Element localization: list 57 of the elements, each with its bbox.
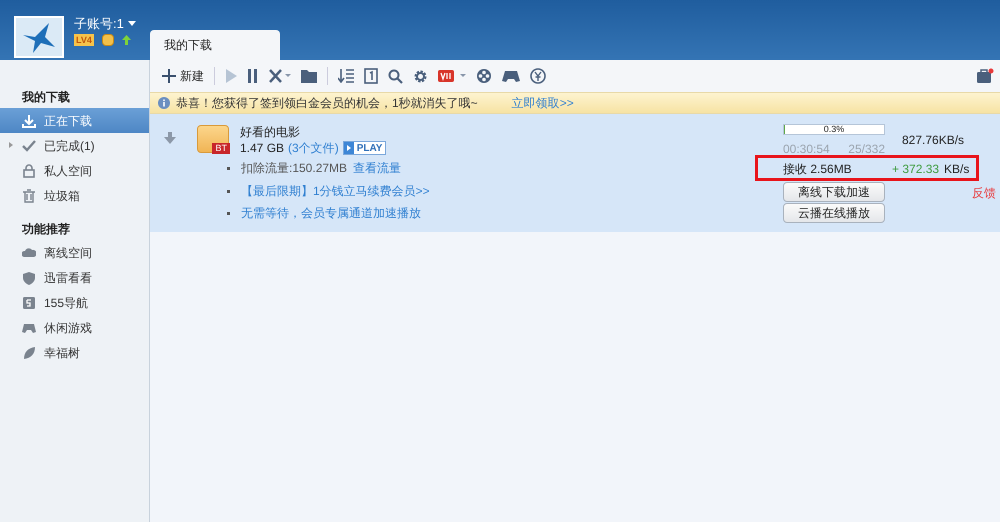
film-reel-icon[interactable] bbox=[476, 68, 492, 84]
number-badge-icon bbox=[22, 296, 36, 310]
plus-icon bbox=[162, 69, 176, 83]
section-title: 我的下载 bbox=[20, 89, 71, 106]
download-arrow-icon bbox=[164, 132, 176, 144]
account-name[interactable]: 子账号:1 bbox=[74, 14, 124, 34]
notice-text: 恭喜！您获得了签到领白金会员的机会，1秒就消失了哦~ bbox=[176, 95, 478, 112]
vip-icon[interactable] bbox=[438, 69, 466, 83]
sidebar-item[interactable]: 155导航 bbox=[0, 290, 149, 315]
sidebar-item[interactable]: 离线空间 bbox=[0, 240, 149, 265]
lock-icon bbox=[22, 164, 36, 178]
file-size: 1.47 GB bbox=[240, 140, 284, 157]
download-speed: 827.76KB/s bbox=[902, 132, 964, 149]
page-icon[interactable] bbox=[364, 68, 378, 84]
trash-icon bbox=[22, 188, 36, 202]
sidebar-item[interactable]: 迅雷看看 bbox=[0, 265, 149, 290]
new-button[interactable]: 新建 bbox=[162, 67, 204, 85]
bt-folder-icon: BT bbox=[197, 125, 229, 153]
piece-count: 25/332 bbox=[848, 141, 885, 158]
coin-icon[interactable] bbox=[530, 68, 546, 84]
level-badge: LV4 bbox=[74, 34, 94, 46]
sidebar-item[interactable]: 幸福树 bbox=[0, 340, 149, 365]
up-arrow-icon bbox=[122, 35, 131, 45]
settings-icon[interactable] bbox=[413, 68, 428, 84]
received-size: 接收 2.56MB bbox=[783, 161, 852, 178]
gamepad-icon[interactable] bbox=[502, 69, 520, 83]
sidebar-item[interactable]: 已完成(1) bbox=[0, 133, 149, 158]
toolbox-icon[interactable] bbox=[976, 68, 994, 84]
download-icon bbox=[22, 114, 36, 128]
pause-icon[interactable] bbox=[247, 69, 259, 83]
delete-icon[interactable] bbox=[269, 69, 291, 83]
sidebar-item[interactable]: 私人空间 bbox=[0, 158, 149, 183]
sidebar-item[interactable]: 休闲游戏 bbox=[0, 315, 149, 340]
folder-icon[interactable] bbox=[301, 69, 317, 83]
sidebar-item[interactable]: 垃圾箱 bbox=[0, 183, 149, 208]
action-button[interactable]: 云播在线播放 bbox=[783, 203, 885, 223]
coin-icon[interactable] bbox=[102, 34, 114, 46]
search-icon[interactable] bbox=[388, 68, 403, 84]
tab[interactable]: 我的下载 bbox=[150, 30, 280, 60]
task-row[interactable]: BT 好看的电影 1.47 GB (3个文件) PLAY 扣除流量:150.27MB 查看流量 【最后限期】1分钱立马续费会员>> 无需等待，会员专属通道加速播放 0.3% 00:30:54 25/332 827.76KB/s 接收 2.56MB + 372.33 KB/s 离线下载加速 云播在线播放 反馈 bbox=[150, 114, 1000, 232]
task-name: 好看的电影 bbox=[240, 124, 300, 141]
shield-icon bbox=[22, 270, 36, 284]
deduct-text: 扣除流量:150.27MB bbox=[241, 160, 348, 177]
boost-speed: + 372.33 bbox=[892, 161, 940, 178]
cloud-icon bbox=[22, 246, 36, 260]
sort-icon[interactable] bbox=[338, 69, 354, 83]
progress-label: 0.3% bbox=[822, 125, 846, 134]
action-button[interactable]: 离线下载加速 bbox=[783, 182, 885, 202]
play-button[interactable]: PLAY bbox=[342, 141, 386, 155]
speed-unit: KB/s bbox=[944, 161, 970, 178]
leaf-icon bbox=[22, 346, 36, 360]
elapsed-time: 00:30:54 bbox=[783, 141, 830, 158]
section-title: 功能推荐 bbox=[21, 221, 71, 238]
dropdown-icon[interactable] bbox=[128, 21, 136, 26]
check-icon bbox=[22, 138, 36, 152]
info-icon bbox=[158, 97, 170, 109]
avatar[interactable] bbox=[14, 16, 64, 58]
